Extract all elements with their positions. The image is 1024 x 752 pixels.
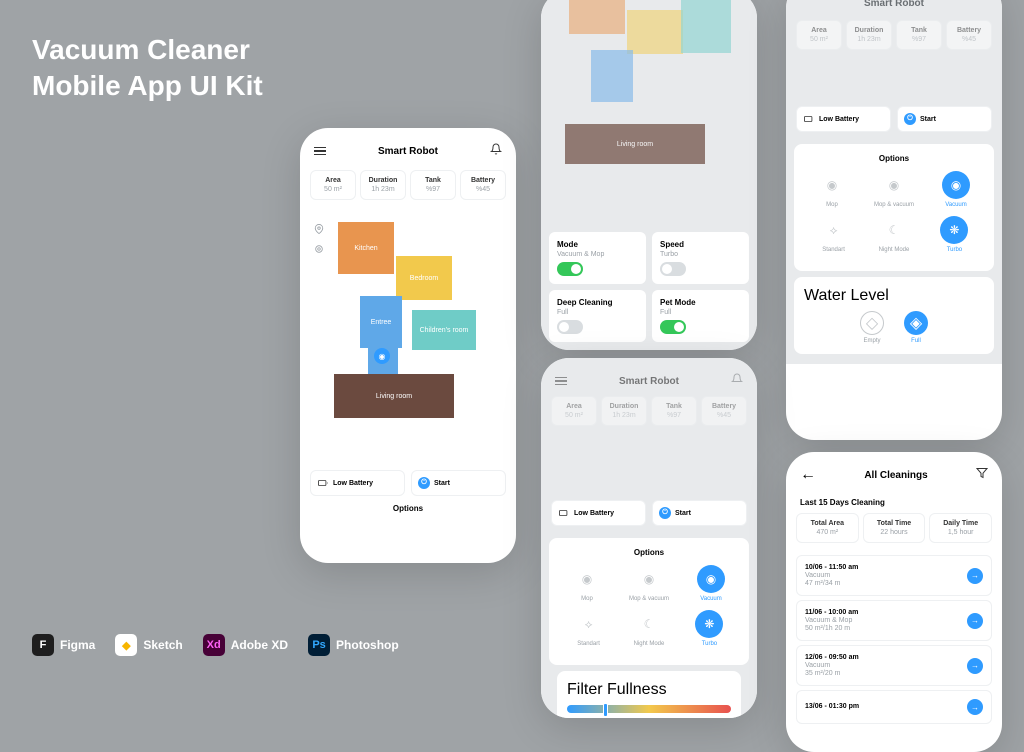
cleaning-item[interactable]: 10/06 - 11:50 amVacuum47 m²/34 m→ (796, 555, 992, 596)
cleaning-item[interactable]: 13/06 - 01:30 pm→ (796, 690, 992, 724)
photoshop-icon: Ps (308, 634, 330, 656)
stat-card: Tank%97 (410, 170, 456, 200)
room-bedroom[interactable]: Bedroom (396, 256, 452, 300)
start-button[interactable]: ⏻Start (652, 500, 747, 526)
stat-card: Battery%45 (460, 170, 506, 200)
battery-icon (317, 477, 329, 489)
phone-options-water: Smart Robot Area50 m²Duration1h 23mTank%… (786, 0, 1002, 440)
option-item[interactable]: ❋Turbo (940, 216, 968, 253)
page-title: Vacuum CleanerMobile App UI Kit (32, 32, 263, 105)
mode-card[interactable]: ModeVacuum & Mop (549, 232, 646, 284)
toggle-switch[interactable] (557, 320, 583, 334)
stat-card: Tank%97 (651, 396, 697, 426)
arrow-right-icon[interactable]: → (967, 658, 983, 674)
option-item[interactable]: ◉Mop & vacuum (629, 565, 669, 602)
stat-card: Area50 m² (551, 396, 597, 426)
cleaning-item[interactable]: 12/06 - 09:50 amVacuum35 m²/20 m→ (796, 645, 992, 686)
phone-all-cleanings: ← All Cleanings Last 15 Days Cleaning To… (786, 452, 1002, 752)
stat-card: Area50 m² (310, 170, 356, 200)
stat-card: Area50 m² (796, 20, 842, 50)
option-item[interactable]: ☾Night Mode (634, 610, 665, 647)
low-battery-button[interactable]: Low Battery (310, 470, 405, 496)
bell-icon[interactable] (490, 142, 502, 160)
option-item[interactable]: ⟡Standart (575, 610, 603, 647)
toggle-switch[interactable] (557, 262, 583, 276)
arrow-right-icon[interactable]: → (967, 613, 983, 629)
all-cleanings-title: All Cleanings (864, 470, 927, 481)
toggle-switch[interactable] (660, 262, 686, 276)
target-icon[interactable] (314, 244, 324, 257)
option-item[interactable]: ⟡Standart (820, 216, 848, 253)
cleaning-item[interactable]: 11/06 - 10:00 amVacuum & Mop50 m²/1h 20 … (796, 600, 992, 641)
stat-card: Battery%45 (701, 396, 747, 426)
water-empty-option[interactable]: ◇ Empty (860, 311, 884, 344)
option-item[interactable]: ❋Turbo (695, 610, 723, 647)
tool-xd: XdAdobe XD (203, 634, 288, 656)
arrow-right-icon[interactable]: → (967, 699, 983, 715)
filter-fullness-title: Filter Fullness (567, 681, 731, 699)
mode-card[interactable]: SpeedTurbo (652, 232, 749, 284)
floor-map[interactable]: Kitchen Bedroom Entree Children's room L… (310, 210, 506, 464)
bell-icon[interactable] (731, 372, 743, 390)
total-card: Daily Time1,5 hour (929, 513, 992, 543)
room-kitchen[interactable]: Kitchen (338, 222, 394, 274)
total-card: Total Time22 hours (863, 513, 926, 543)
water-level-title: Water Level (804, 287, 984, 305)
filter-fullness-bar (567, 705, 731, 713)
cleanings-subtitle: Last 15 Days Cleaning (786, 498, 1002, 513)
power-icon: ⏻ (418, 477, 430, 489)
tool-sketch: ◆Sketch (115, 634, 182, 656)
start-button[interactable]: ⏻ Start (411, 470, 506, 496)
option-item[interactable]: ◉Vacuum (942, 171, 970, 208)
low-battery-button[interactable]: Low Battery (551, 500, 646, 526)
room-living[interactable]: Living room (334, 374, 454, 418)
power-icon: ⏻ (659, 507, 671, 519)
option-item[interactable]: ◉Mop (573, 565, 601, 602)
stat-card: Duration1h 23m (360, 170, 406, 200)
menu-icon[interactable] (314, 147, 326, 156)
stat-card: Battery%45 (946, 20, 992, 50)
low-battery-button[interactable]: Low Battery (796, 106, 891, 132)
stat-card: Duration1h 23m (601, 396, 647, 426)
room-children[interactable]: Children's room (412, 310, 476, 350)
design-tools-list: FFigma ◆Sketch XdAdobe XD PsPhotoshop (32, 634, 399, 656)
tool-figma: FFigma (32, 634, 95, 656)
mode-card[interactable]: Pet ModeFull (652, 290, 749, 342)
start-button[interactable]: ⏻ Start (897, 106, 992, 132)
adobe-xd-icon: Xd (203, 634, 225, 656)
filter-icon[interactable] (976, 466, 988, 484)
sketch-icon: ◆ (115, 634, 137, 656)
location-pin-icon[interactable] (314, 224, 324, 237)
figma-icon: F (32, 634, 54, 656)
power-icon: ⏻ (904, 113, 916, 125)
phone-options-filter: Smart Robot Area50 m²Duration1h 23mTank%… (541, 358, 757, 718)
toggle-switch[interactable] (660, 320, 686, 334)
stat-card: Tank%97 (896, 20, 942, 50)
option-item[interactable]: ◉Vacuum (697, 565, 725, 602)
phone-main-map: Smart Robot Area50 m²Duration1h 23mTank%… (300, 128, 516, 563)
battery-icon (803, 113, 815, 125)
back-icon[interactable]: ← (800, 466, 816, 484)
water-full-option[interactable]: ◈ Full (904, 311, 928, 344)
robot-icon[interactable]: ◉ (374, 348, 390, 364)
app-title: Smart Robot (378, 146, 438, 157)
option-item[interactable]: ◉Mop (818, 171, 846, 208)
total-card: Total Area470 m² (796, 513, 859, 543)
arrow-right-icon[interactable]: → (967, 568, 983, 584)
options-label: Options (300, 504, 516, 513)
mode-card[interactable]: Deep CleaningFull (549, 290, 646, 342)
menu-icon[interactable] (555, 377, 567, 386)
stat-card: Duration1h 23m (846, 20, 892, 50)
phone-mode-toggles: Living room ModeVacuum & MopSpeedTurboDe… (541, 0, 757, 350)
option-item[interactable]: ◉Mop & vacuum (874, 171, 914, 208)
tool-photoshop: PsPhotoshop (308, 634, 399, 656)
battery-icon (558, 507, 570, 519)
option-item[interactable]: ☾Night Mode (879, 216, 910, 253)
